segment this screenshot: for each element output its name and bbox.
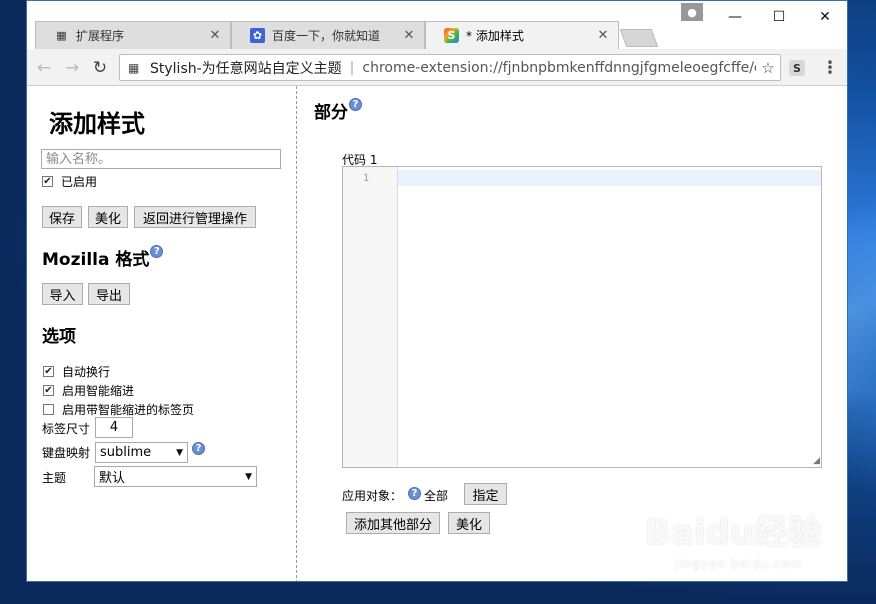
title-bar: ▦ 扩展程序 ✕ ✿ 百度一下，你就知道 ✕ S * 添加样式 ✕ ● — ☐ …: [27, 1, 847, 49]
applies-help-icon[interactable]: ?: [408, 487, 421, 500]
address-bar[interactable]: ▦ Stylish-为任意网站自定义主题 | chrome-extension:…: [119, 54, 781, 81]
beautify-section-button[interactable]: 美化: [448, 512, 490, 534]
help-icon[interactable]: ?: [150, 245, 164, 258]
beautify-button[interactable]: 美化: [88, 206, 128, 228]
import-button[interactable]: 导入: [42, 283, 83, 305]
window-close-button[interactable]: ✕: [803, 6, 847, 28]
baidu-paw-icon: ✿: [250, 28, 265, 43]
code-editor[interactable]: 1 ◢: [342, 166, 822, 468]
close-icon[interactable]: ✕: [208, 28, 222, 43]
tab-label: 扩展程序: [76, 29, 125, 43]
page-title: 添加样式: [49, 110, 145, 138]
profile-icon[interactable]: ●: [681, 3, 703, 21]
smart-indent-checkbox[interactable]: ✔: [43, 385, 54, 396]
sidebar: 添加样式 ✔ 已启用 保存 美化 返回进行管理操作 Mozilla 格式? 导入…: [27, 86, 297, 581]
watermark-text: Baidu经验: [645, 513, 823, 553]
menu-dots-icon[interactable]: ⋮: [822, 58, 839, 78]
line-number: 1: [362, 173, 369, 184]
bookmark-star-icon[interactable]: ☆: [756, 59, 780, 77]
word-wrap-checkbox[interactable]: ✔: [43, 366, 54, 377]
theme-label: 主题: [42, 471, 67, 485]
reload-icon[interactable]: ↻: [89, 57, 111, 79]
style-name-input[interactable]: [41, 149, 281, 169]
option-label: 自动换行: [62, 365, 111, 379]
new-tab-button[interactable]: [619, 29, 659, 47]
minimize-button[interactable]: —: [713, 6, 757, 28]
option-label: 启用智能缩进: [62, 384, 135, 398]
editor-gutter: 1: [343, 167, 398, 467]
option-word-wrap[interactable]: ✔ 自动换行: [43, 363, 110, 380]
specify-button[interactable]: 指定: [464, 483, 507, 505]
stylish-icon: S: [444, 28, 459, 43]
address-url: chrome-extension://fjnbnpbmkenffdnngjfgm…: [362, 59, 756, 76]
keymap-label: 键盘映射: [42, 446, 91, 460]
option-label: 启用带智能缩进的标签页: [62, 403, 195, 417]
applies-to-label: 应用对象：: [342, 489, 403, 503]
close-icon[interactable]: ✕: [402, 28, 416, 43]
tab-size-label: 标签尺寸: [42, 422, 91, 436]
chevron-down-icon: ▼: [176, 447, 183, 458]
tab-add-style[interactable]: S * 添加样式 ✕: [425, 21, 619, 49]
keymap-help-icon[interactable]: ?: [192, 442, 205, 455]
enabled-checkbox-row[interactable]: ✔ 已启用: [42, 173, 97, 190]
applies-to-value: 全部: [424, 489, 449, 503]
keymap-value: sublime: [100, 445, 152, 460]
extension-puzzle-icon: ▦: [128, 60, 140, 75]
theme-value: 默认: [99, 471, 126, 486]
forward-icon[interactable]: →: [61, 57, 83, 79]
mozilla-format-text: Mozilla 格式: [42, 250, 150, 270]
option-smart-indent[interactable]: ✔ 启用智能缩进: [43, 382, 134, 399]
enabled-label: 已启用: [61, 175, 98, 189]
keymap-select[interactable]: sublime ▼: [95, 442, 188, 463]
tab-label: * 添加样式: [466, 29, 524, 43]
maximize-button[interactable]: ☐: [757, 6, 801, 28]
extension-name: Stylish-为任意网站自定义主题: [150, 60, 342, 77]
active-line[interactable]: [398, 170, 821, 186]
options-heading: 选项: [42, 327, 76, 347]
tab-extensions[interactable]: ▦ 扩展程序 ✕: [35, 21, 231, 49]
chevron-down-icon: ▼: [245, 471, 252, 482]
tab-baidu[interactable]: ✿ 百度一下，你就知道 ✕: [231, 21, 425, 49]
address-separator: |: [349, 59, 355, 76]
puzzle-icon: ▦: [56, 29, 67, 42]
mozilla-format-heading: Mozilla 格式?: [42, 245, 164, 270]
enabled-checkbox[interactable]: ✔: [42, 176, 53, 187]
tab-label: 百度一下，你就知道: [272, 29, 381, 43]
back-to-manage-button[interactable]: 返回进行管理操作: [134, 206, 256, 228]
baidu-watermark: Baidu经验 jingyan.baidu.com: [645, 505, 823, 571]
section-heading: 部分?: [314, 98, 362, 123]
close-icon[interactable]: ✕: [596, 28, 610, 43]
resize-handle-icon[interactable]: ◢: [813, 456, 820, 466]
option-smart-indent-tabs[interactable]: 启用带智能缩进的标签页: [43, 401, 194, 418]
save-button[interactable]: 保存: [42, 206, 82, 228]
export-button[interactable]: 导出: [88, 283, 130, 305]
watermark-sub: jingyan.baidu.com: [675, 557, 803, 571]
stylish-extension-icon[interactable]: S: [789, 60, 805, 76]
theme-select[interactable]: 默认 ▼: [94, 466, 257, 487]
back-icon[interactable]: ←: [33, 57, 55, 79]
add-section-button[interactable]: 添加其他部分: [346, 512, 440, 534]
help-icon[interactable]: ?: [349, 98, 362, 111]
smart-indent-tabs-checkbox[interactable]: [43, 404, 54, 415]
browser-toolbar: ← → ↻ ▦ Stylish-为任意网站自定义主题 | chrome-exte…: [27, 49, 847, 86]
tab-size-input[interactable]: 4: [95, 417, 133, 438]
section-heading-text: 部分: [314, 103, 348, 123]
chrome-window: ▦ 扩展程序 ✕ ✿ 百度一下，你就知道 ✕ S * 添加样式 ✕ ● — ☐ …: [26, 0, 848, 582]
